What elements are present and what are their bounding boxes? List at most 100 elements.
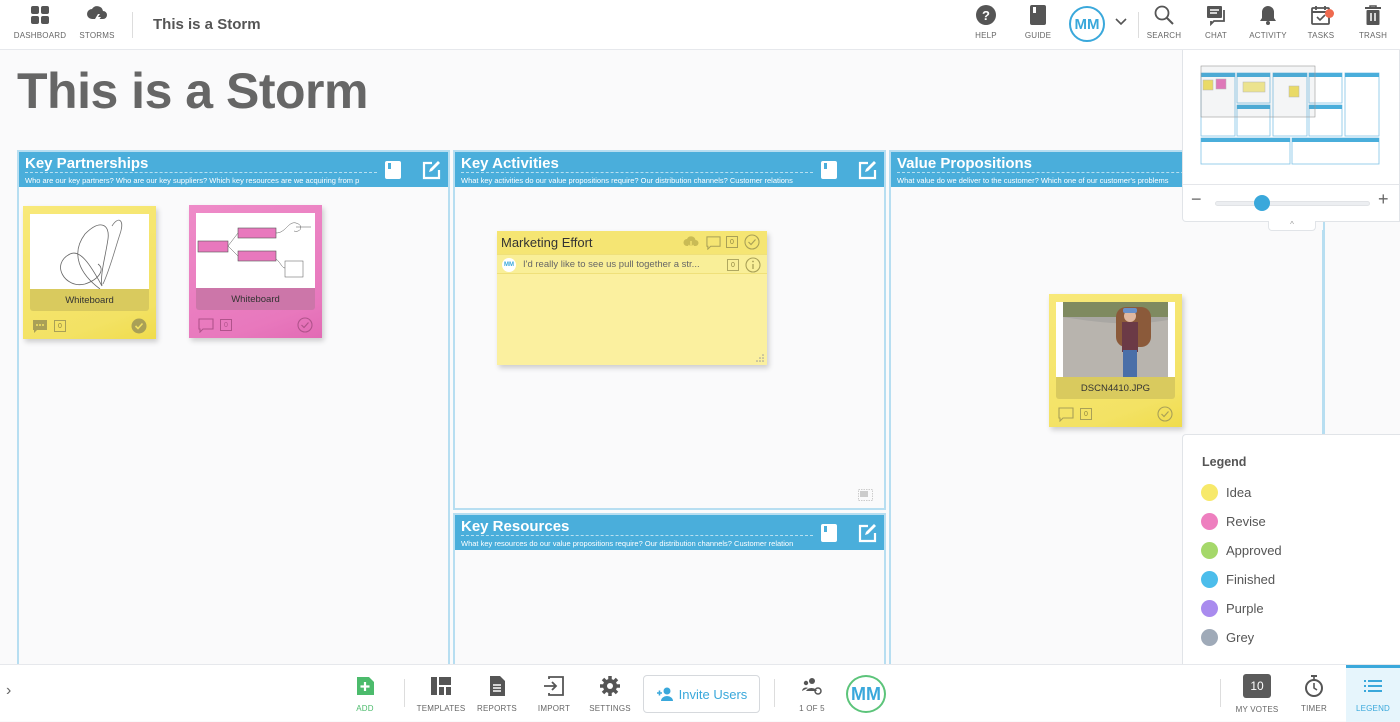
vote-count[interactable]: 0 [220, 319, 232, 331]
resize-handle-icon[interactable] [756, 354, 764, 362]
import-button[interactable]: IMPORT [524, 675, 584, 713]
info-icon[interactable] [745, 257, 761, 273]
color-swatch [1201, 600, 1218, 617]
trash-icon [1365, 5, 1381, 25]
whiteboard-thumbnail [196, 213, 315, 288]
chat-label: CHAT [1205, 31, 1227, 40]
divider [1183, 184, 1399, 185]
my-votes-label: MY VOTES [1235, 705, 1279, 714]
add-user-icon [656, 687, 673, 701]
note-caption: Whiteboard [30, 289, 149, 311]
legend-panel: Legend Idea Revise Approved Finished Pur… [1182, 434, 1400, 666]
lane-edit-button[interactable] [857, 523, 877, 543]
help-button[interactable]: ? HELP [958, 4, 1014, 40]
color-swatch [1201, 513, 1218, 530]
vote-count[interactable]: 0 [726, 236, 738, 248]
templates-icon [431, 677, 451, 695]
divider [132, 12, 133, 38]
grid-icon [31, 6, 49, 24]
note-caption: Whiteboard [196, 288, 315, 310]
comment-icon[interactable] [1058, 406, 1074, 422]
templates-label: TEMPLATES [416, 704, 466, 713]
lane-guide-button[interactable] [819, 523, 839, 543]
lane-edit-button[interactable] [421, 160, 441, 180]
note-caption: DSCN4410.JPG [1056, 377, 1175, 399]
divider [404, 679, 405, 707]
whiteboard-note[interactable]: Whiteboard 0 [23, 206, 156, 339]
lane-description: What key resources do our value proposit… [461, 535, 813, 548]
dashboard-button[interactable]: DASHBOARD [12, 4, 68, 40]
add-button[interactable]: ADD [335, 675, 395, 713]
legend-label: Finished [1226, 572, 1276, 587]
legend-item-approved[interactable]: Approved [1201, 542, 1282, 559]
minimap-preview[interactable] [1199, 64, 1385, 166]
zoom-slider-track[interactable] [1215, 201, 1370, 206]
report-icon [490, 676, 505, 696]
vote-count[interactable]: 0 [54, 320, 66, 332]
vote-count[interactable]: 0 [1080, 408, 1092, 420]
trash-button[interactable]: TRASH [1345, 4, 1400, 40]
comment-row[interactable]: MM I'd really like to see us pull togeth… [497, 254, 767, 274]
current-user-avatar[interactable]: MM [846, 675, 886, 713]
legend-tab[interactable]: LEGEND [1346, 665, 1400, 722]
comment-icon[interactable] [32, 318, 48, 334]
chat-icon [1207, 6, 1225, 26]
lane-guide-button[interactable] [383, 160, 403, 180]
cloud-upload-icon[interactable] [683, 235, 699, 249]
templates-button[interactable]: TEMPLATES [411, 675, 471, 713]
lane-guide-button[interactable] [819, 160, 839, 180]
tasks-button[interactable]: TASKS [1293, 4, 1349, 40]
minimap-collapse-tab[interactable]: ^ [1268, 221, 1316, 231]
whiteboard-note[interactable]: Whiteboard 0 [189, 205, 322, 338]
check-circle-icon[interactable] [1157, 406, 1173, 422]
legend-item-revise[interactable]: Revise [1201, 513, 1266, 530]
expand-sidebar-button[interactable]: › [6, 682, 11, 700]
reports-button[interactable]: REPORTS [467, 675, 527, 713]
image-placeholder-icon [858, 489, 873, 501]
search-button[interactable]: SEARCH [1136, 4, 1192, 40]
comment-author-avatar: MM [502, 258, 516, 272]
timer-label: TIMER [1301, 704, 1327, 713]
settings-button[interactable]: SETTINGS [580, 675, 640, 713]
my-votes-button[interactable]: 10 MY VOTES [1227, 674, 1287, 714]
comment-icon[interactable] [706, 235, 721, 250]
image-note[interactable]: DSCN4410.JPG 0 [1049, 294, 1182, 427]
zoom-in-button[interactable]: + [1378, 190, 1389, 208]
zoom-slider-handle[interactable] [1253, 195, 1270, 211]
note-title[interactable]: Marketing Effort [501, 235, 593, 250]
storms-button[interactable]: STORMS [69, 4, 125, 40]
trash-label: TRASH [1358, 31, 1388, 40]
legend-item-grey[interactable]: Grey [1201, 629, 1254, 646]
check-circle-icon[interactable] [744, 234, 760, 250]
divider [1220, 679, 1221, 707]
board-title: This is a Storm [17, 63, 368, 119]
comment-vote-count[interactable]: 0 [727, 259, 739, 271]
check-circle-icon[interactable] [297, 317, 313, 333]
lane-edit-button[interactable] [857, 160, 877, 180]
note-header: Marketing Effort 0 [497, 231, 767, 254]
check-circle-icon[interactable] [131, 318, 147, 334]
gear-icon [600, 676, 620, 696]
users-button[interactable]: 1 OF 5 [782, 675, 842, 713]
invite-users-button[interactable]: Invite Users [643, 675, 760, 713]
legend-item-finished[interactable]: Finished [1201, 571, 1275, 588]
legend-item-idea[interactable]: Idea [1201, 484, 1251, 501]
legend-item-purple[interactable]: Purple [1201, 600, 1264, 617]
chevron-down-icon[interactable] [1114, 14, 1128, 28]
import-label: IMPORT [537, 704, 571, 713]
legend-tab-content: LEGEND [1343, 675, 1400, 713]
users-settings-icon [802, 678, 822, 695]
list-icon [1364, 680, 1382, 692]
dashboard-label: DASHBOARD [13, 31, 67, 40]
chat-button[interactable]: CHAT [1188, 4, 1244, 40]
zoom-out-button[interactable]: − [1191, 190, 1205, 208]
lane-title: Key Partnerships [25, 155, 149, 172]
marketing-effort-note[interactable]: Marketing Effort 0 MM I'd really like to… [497, 231, 767, 365]
legend-label: Approved [1226, 543, 1282, 558]
comment-icon[interactable] [198, 317, 214, 333]
guide-button[interactable]: GUIDE [1010, 4, 1066, 40]
timer-button[interactable]: TIMER [1284, 675, 1344, 713]
activity-button[interactable]: ACTIVITY [1240, 4, 1296, 40]
photo [1063, 302, 1168, 377]
user-avatar[interactable]: MM [1069, 6, 1105, 42]
